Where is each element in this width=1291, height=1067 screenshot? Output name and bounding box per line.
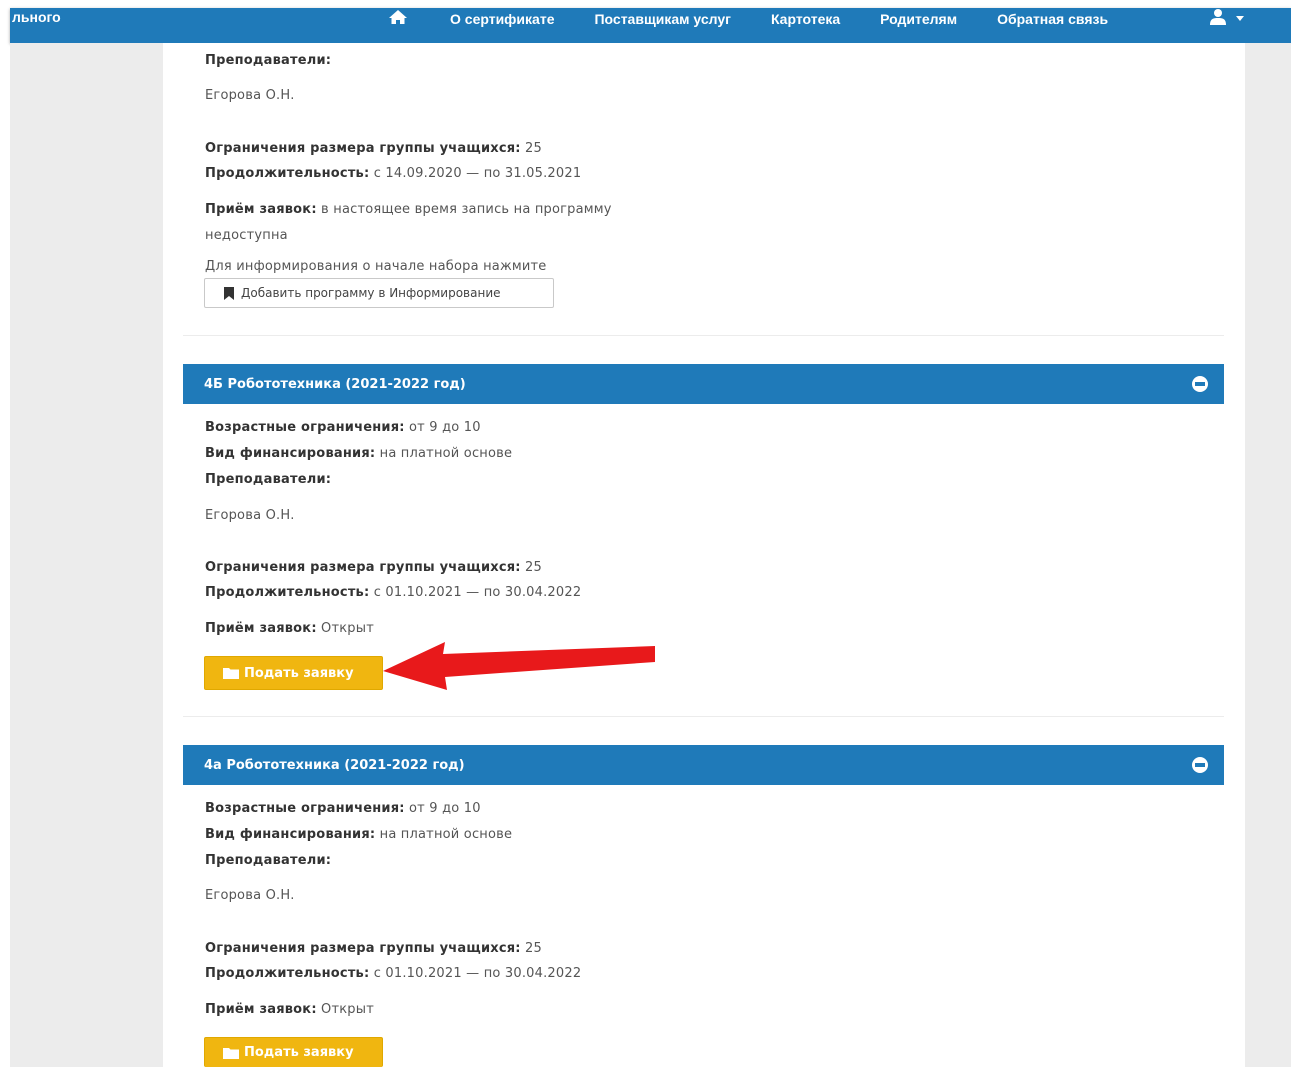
funding-row: Вид финансирования: на платной основе	[205, 446, 512, 461]
group-size-value: 25	[520, 141, 542, 156]
admission-label: Приём заявок:	[205, 1002, 317, 1017]
teachers-label: Преподаватели:	[205, 53, 332, 68]
funding-value: на платной основе	[375, 827, 513, 842]
duration-label: Продолжительность:	[205, 966, 370, 981]
section-divider	[183, 335, 1224, 336]
group-size-label: Ограничения размера группы учащихся:	[205, 560, 521, 575]
teacher-name: Егорова О.Н.	[205, 508, 295, 523]
content-card	[163, 43, 1245, 1067]
funding-value: на платной основе	[375, 446, 513, 461]
teachers-label: Преподаватели:	[205, 472, 332, 487]
duration-label: Продолжительность:	[205, 585, 370, 600]
red-arrow-annotation	[383, 642, 655, 690]
admission-row: Приём заявок: Открыт	[205, 621, 374, 636]
program-header-4a[interactable]: 4а Робототехника (2021-2022 год)	[183, 745, 1224, 785]
funding-row: Вид финансирования: на платной основе	[205, 827, 512, 842]
group-size-value: 25	[520, 941, 542, 956]
add-to-notifications-button[interactable]: Добавить программу в Информирование	[204, 278, 554, 308]
nav-link-catalog[interactable]: Картотека	[771, 11, 840, 27]
admission-value-continued: недоступна	[205, 228, 288, 243]
submit-application-button[interactable]: Подать заявку	[204, 656, 383, 690]
duration-row: Продолжительность: с 01.10.2021 — по 30.…	[205, 585, 581, 600]
funding-label: Вид финансирования:	[205, 446, 376, 461]
teacher-name: Егорова О.Н.	[205, 888, 295, 903]
group-size-row: Ограничения размера группы учащихся: 25	[205, 941, 542, 956]
nav-links: О сертификате Поставщикам услуг Картотек…	[388, 9, 1148, 28]
nav-link-feedback[interactable]: Обратная связь	[997, 11, 1108, 27]
add-to-notifications-label: Добавить программу в Информирование	[241, 286, 501, 300]
admission-row: Приём заявок: Открыт	[205, 1002, 374, 1017]
site-brand-fragment[interactable]: льного	[12, 9, 61, 25]
admission-label: Приём заявок:	[205, 621, 317, 636]
duration-value: с 01.10.2021 — по 30.04.2022	[369, 585, 582, 600]
group-size-value: 25	[520, 560, 542, 575]
teacher-name: Егорова О.Н.	[205, 88, 295, 103]
nav-link-providers[interactable]: Поставщикам услуг	[594, 11, 730, 27]
folder-icon	[223, 668, 239, 679]
age-row: Возрастные ограничения: от 9 до 10	[205, 420, 481, 435]
program-title: 4Б Робототехника (2021-2022 год)	[204, 376, 466, 392]
teachers-label: Преподаватели:	[205, 853, 332, 868]
duration-row: Продолжительность: с 01.10.2021 — по 30.…	[205, 966, 581, 981]
notify-text: Для информирования о начале набора нажми…	[205, 259, 547, 274]
age-label: Возрастные ограничения:	[205, 801, 405, 816]
section-divider	[183, 716, 1224, 717]
submit-application-label: Подать заявку	[244, 665, 354, 681]
home-icon[interactable]	[388, 9, 408, 28]
group-size-label: Ограничения размера группы учащихся:	[205, 141, 521, 156]
age-label: Возрастные ограничения:	[205, 420, 405, 435]
admission-value: Открыт	[316, 1002, 374, 1017]
group-size-row: Ограничения размера группы учащихся: 25	[205, 141, 542, 156]
age-row: Возрастные ограничения: от 9 до 10	[205, 801, 481, 816]
duration-value: с 14.09.2020 — по 31.05.2021	[369, 166, 582, 181]
duration-row: Продолжительность: с 14.09.2020 — по 31.…	[205, 166, 581, 181]
submit-application-button[interactable]: Подать заявку	[204, 1037, 383, 1067]
admission-value: Открыт	[316, 621, 374, 636]
user-menu-toggle[interactable]	[1209, 8, 1244, 26]
age-value: от 9 до 10	[404, 420, 481, 435]
bookmark-icon	[224, 286, 234, 300]
admission-label: Приём заявок:	[205, 202, 317, 217]
duration-value: с 01.10.2021 — по 30.04.2022	[369, 966, 582, 981]
submit-application-label: Подать заявку	[244, 1045, 354, 1060]
admission-value: в настоящее время запись на программу	[316, 202, 612, 217]
top-navbar: льного О сертификате Поставщикам услуг К…	[10, 8, 1291, 43]
funding-label: Вид финансирования:	[205, 827, 376, 842]
collapse-icon[interactable]	[1192, 376, 1208, 392]
user-icon	[1210, 9, 1226, 25]
nav-link-certificate[interactable]: О сертификате	[450, 11, 554, 27]
nav-link-parents[interactable]: Родителям	[880, 11, 957, 27]
duration-label: Продолжительность:	[205, 166, 370, 181]
age-value: от 9 до 10	[404, 801, 481, 816]
group-size-row: Ограничения размера группы учащихся: 25	[205, 560, 542, 575]
admission-row: Приём заявок: в настоящее время запись н…	[205, 202, 612, 217]
chevron-down-icon	[1236, 15, 1244, 21]
program-title: 4а Робототехника (2021-2022 год)	[204, 757, 465, 773]
collapse-icon[interactable]	[1192, 757, 1208, 773]
program-header-4b[interactable]: 4Б Робототехника (2021-2022 год)	[183, 364, 1224, 404]
folder-icon	[223, 1047, 239, 1059]
group-size-label: Ограничения размера группы учащихся:	[205, 941, 521, 956]
